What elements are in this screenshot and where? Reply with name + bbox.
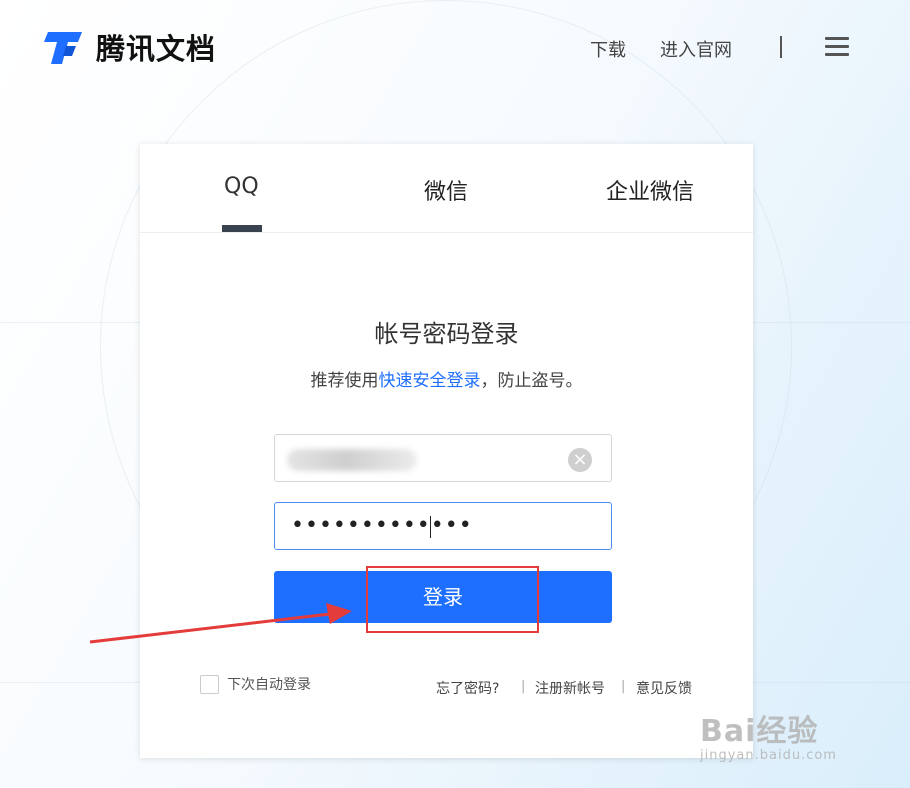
- clear-input-icon[interactable]: ×: [568, 448, 592, 472]
- login-card: QQ 微信 企业微信 帐号密码登录 推荐使用快速安全登录，防止盗号。 × •••…: [140, 144, 753, 758]
- text-caret: [430, 516, 431, 538]
- baidu-watermark: Bai经验 jingyan.baidu.com: [700, 706, 837, 763]
- watermark-url: jingyan.baidu.com: [700, 748, 837, 763]
- subtitle-prefix: 推荐使用: [310, 371, 379, 391]
- app-logo[interactable]: 腾讯文档: [42, 26, 216, 68]
- username-input[interactable]: ×: [274, 434, 612, 482]
- download-link[interactable]: 下载: [590, 36, 626, 62]
- link-separator: |: [621, 679, 626, 694]
- login-tabs: QQ 微信 企业微信: [140, 144, 753, 233]
- remember-me[interactable]: 下次自动登录: [200, 674, 311, 694]
- tab-qq[interactable]: QQ: [224, 174, 259, 199]
- app-name: 腾讯文档: [96, 32, 217, 66]
- password-value: •••••••••••••: [291, 513, 473, 538]
- active-tab-indicator: [222, 225, 262, 232]
- tab-wework[interactable]: 企业微信: [606, 174, 694, 206]
- hamburger-menu-icon[interactable]: [825, 37, 849, 57]
- blurred-username: [287, 449, 417, 471]
- quick-secure-login-link[interactable]: 快速安全登录: [379, 371, 481, 391]
- annotation-highlight-box: [366, 566, 539, 633]
- forgot-password-link[interactable]: 忘了密码?: [436, 678, 499, 698]
- tab-wechat[interactable]: 微信: [424, 174, 468, 206]
- login-title: 帐号密码登录: [374, 320, 519, 348]
- header-divider: [780, 36, 782, 58]
- feedback-link[interactable]: 意见反馈: [636, 678, 692, 698]
- tencent-docs-logo-icon: [44, 32, 82, 64]
- subtitle-suffix: ，防止盗号。: [480, 371, 583, 391]
- official-site-link[interactable]: 进入官网: [660, 36, 732, 62]
- watermark-brand: Bai经验: [700, 714, 819, 749]
- remember-me-checkbox[interactable]: [200, 674, 219, 694]
- password-input[interactable]: •••••••••••••: [274, 502, 612, 550]
- register-link[interactable]: 注册新帐号: [535, 678, 605, 698]
- link-separator: |: [521, 679, 526, 694]
- remember-me-label: 下次自动登录: [227, 677, 311, 693]
- login-subtitle: 推荐使用快速安全登录，防止盗号。: [140, 366, 753, 391]
